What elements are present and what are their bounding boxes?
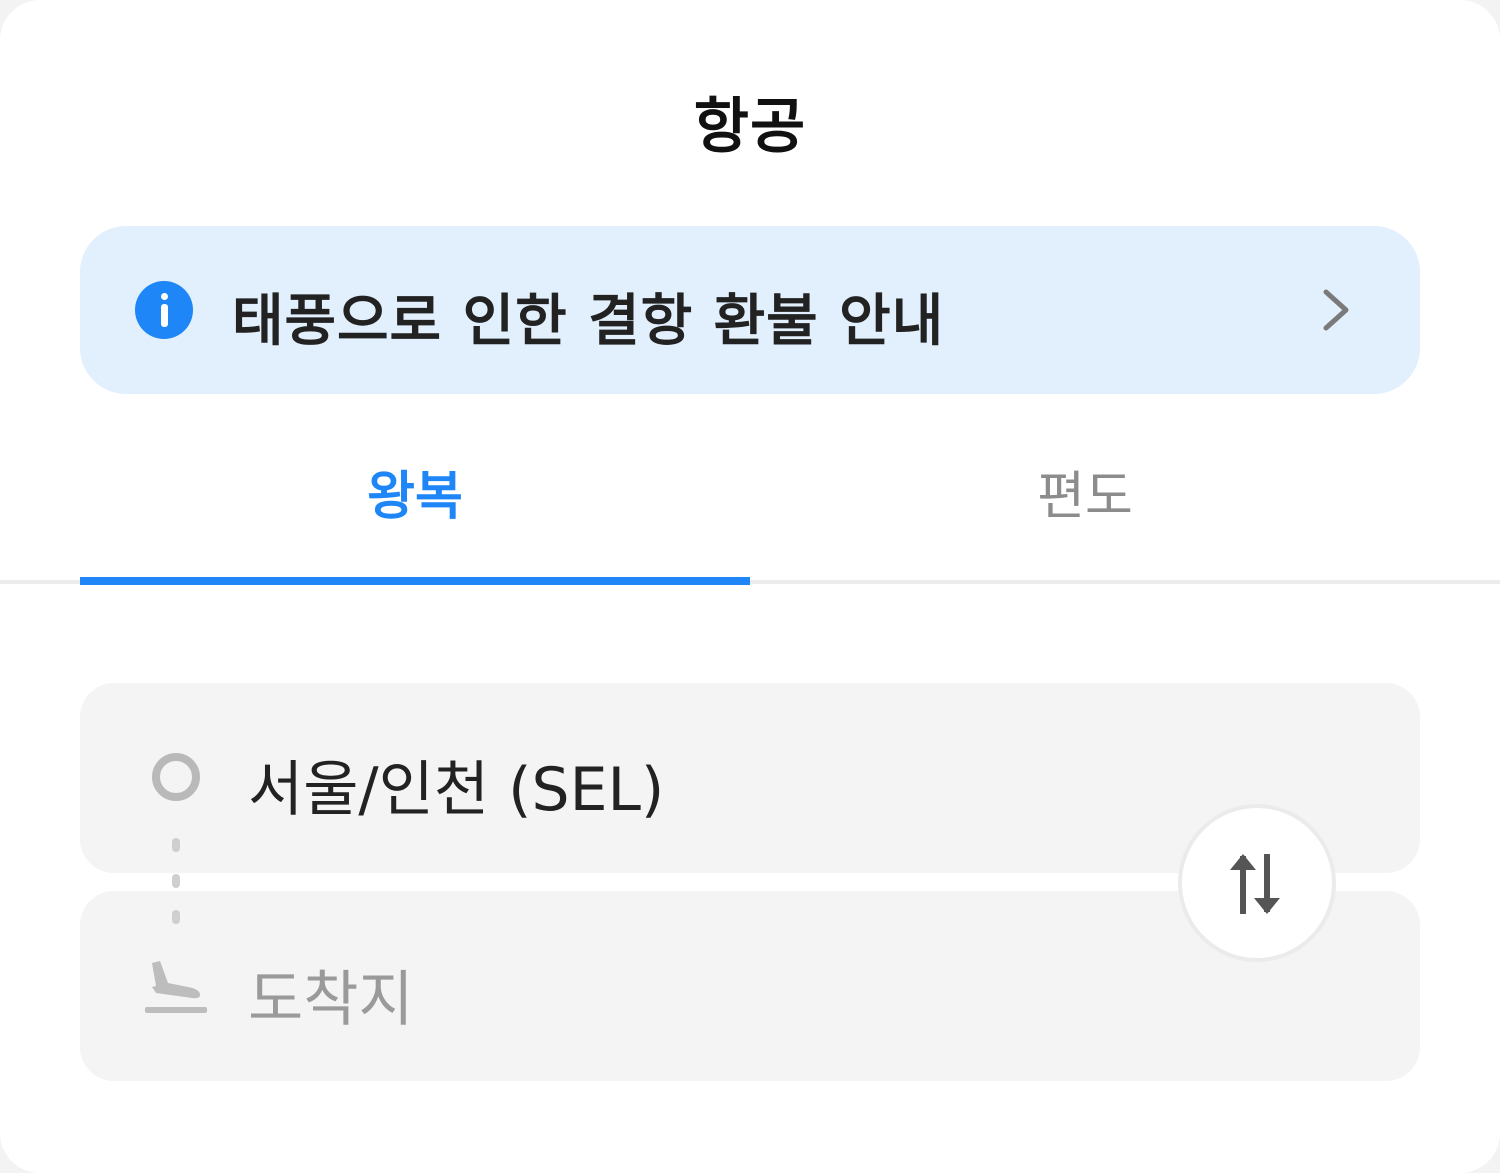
notice-text: 태풍으로 인한 결항 환불 안내: [232, 289, 945, 354]
origin-value: 서울/인천 (SEL): [248, 755, 665, 825]
notice-banner[interactable]: 태풍으로 인한 결항 환불 안내: [80, 226, 1420, 394]
destination-placeholder: 도착지: [248, 965, 414, 1035]
tab-round-trip[interactable]: 왕복: [80, 430, 750, 580]
route-connector: [172, 838, 180, 928]
tab-one-way[interactable]: 편도: [750, 430, 1420, 580]
trip-type-tabs: 왕복 편도: [0, 430, 1500, 586]
origin-dot-icon: [152, 753, 200, 801]
tab-one-way-label: 편도: [1037, 467, 1133, 527]
chevron-right-icon: [1323, 289, 1349, 331]
tab-round-trip-label: 왕복: [367, 467, 463, 527]
swap-arrows-icon: [1230, 854, 1280, 914]
plane-arrival-icon: [145, 961, 207, 1013]
flight-search-card: 항공 태풍으로 인한 결항 환불 안내 왕복 편도 서울/인천 (SEL) 도착…: [0, 0, 1500, 1173]
swap-button[interactable]: [1178, 804, 1336, 962]
info-icon: [135, 281, 193, 339]
active-tab-indicator: [80, 577, 750, 585]
page-title: 항공: [693, 92, 807, 162]
